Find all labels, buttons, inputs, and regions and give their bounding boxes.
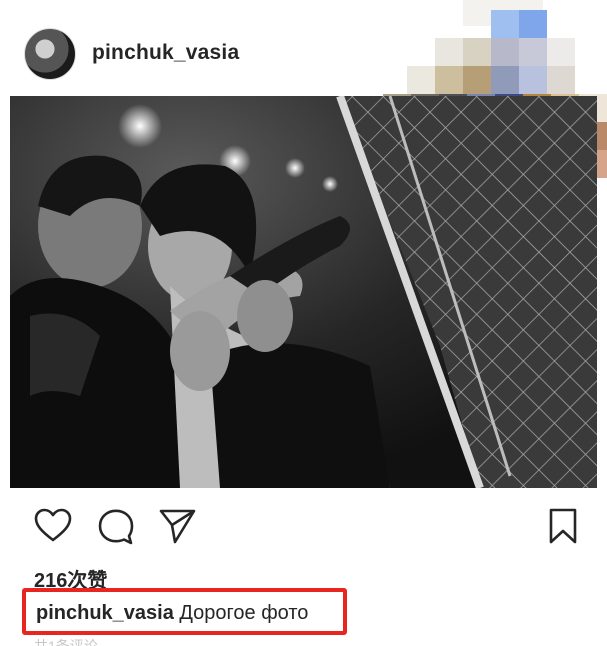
- caption-text: Дорогое фото: [179, 602, 309, 624]
- post-username[interactable]: pinchuk_vasia: [92, 41, 239, 65]
- action-bar: [0, 500, 607, 558]
- post-photo[interactable]: [10, 96, 597, 488]
- comment-bubble-icon[interactable]: [96, 506, 136, 546]
- post-header: pinchuk_vasia: [0, 0, 607, 96]
- bookmark-icon[interactable]: [543, 506, 583, 546]
- send-icon[interactable]: [157, 506, 197, 546]
- post-caption: pinchuk_vasia Дорогое фото: [22, 588, 347, 635]
- caption-username[interactable]: pinchuk_vasia: [36, 602, 174, 624]
- photo-image: [10, 96, 597, 488]
- view-comments-link[interactable]: 共1条评论: [34, 636, 98, 646]
- avatar[interactable]: [24, 28, 76, 80]
- heart-icon[interactable]: [33, 506, 73, 546]
